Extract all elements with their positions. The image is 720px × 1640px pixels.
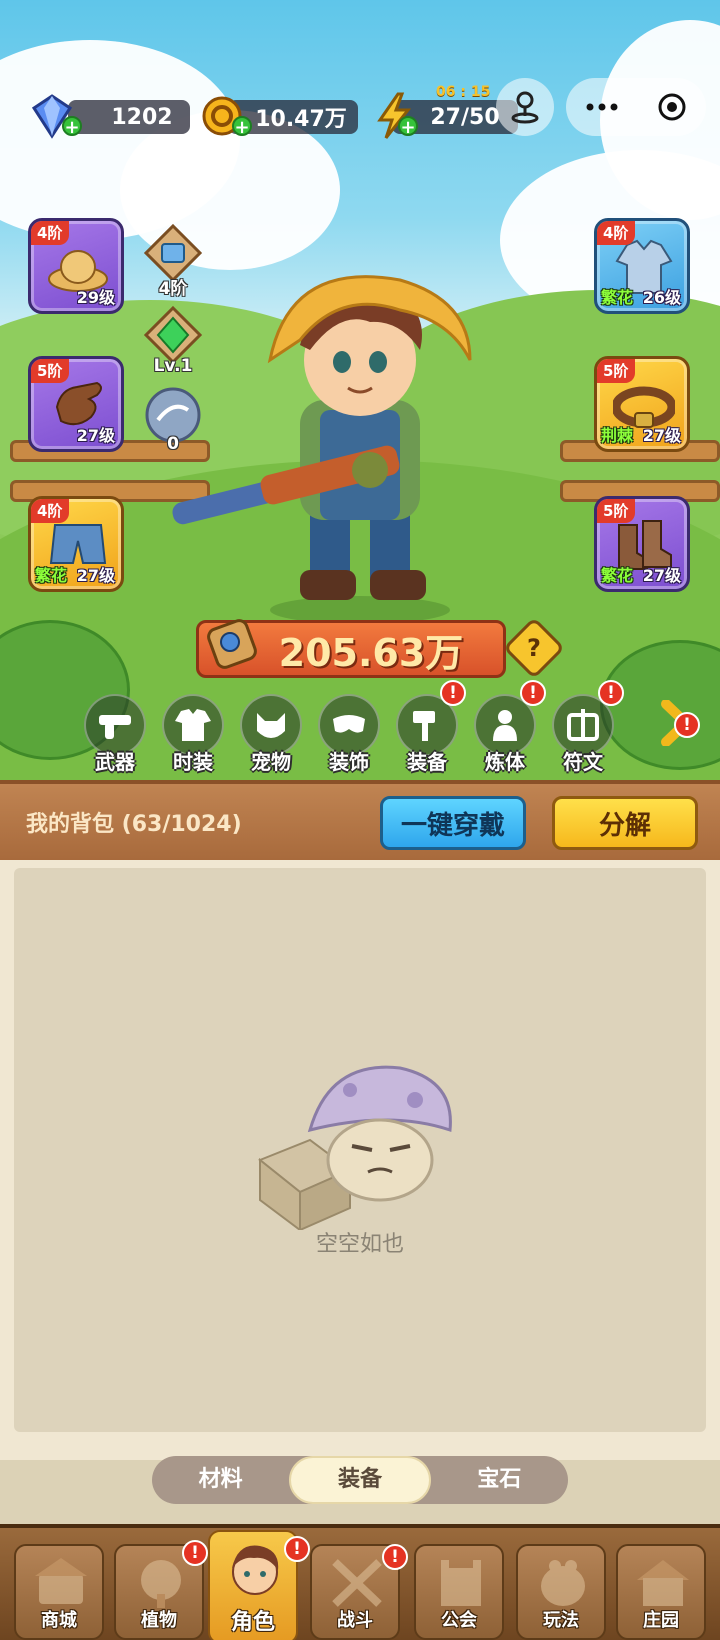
level-label: 27级 [76,566,115,585]
add-diamond-button[interactable]: + [62,116,82,137]
category-alert-badge: ! [520,680,546,706]
energy-timer: 06 : 15 [436,84,491,100]
level-label: 27级 [76,426,115,445]
empty-mushroom-illustration [258,1065,452,1230]
nav-label: 玩法 [543,1610,579,1631]
equip-slot-belt[interactable]: 5阶 荆棘 27级 [594,356,690,452]
castle-icon [441,1560,481,1606]
nav-alert-badge: ! [382,1544,408,1570]
category-equipment[interactable]: 装备 [392,694,462,775]
monster-icon [541,1560,585,1606]
plant-icon [141,1560,181,1608]
help-icon: ? [527,634,541,662]
gold-value: 10.47万 [255,107,347,132]
category-alert-badge: ! [440,680,466,706]
tab-materials[interactable]: 材料 [152,1456,289,1504]
add-gold-button[interactable]: + [232,116,252,137]
tier-badge: 5阶 [597,359,636,383]
add-energy-button[interactable]: + [398,116,418,137]
energy-value: 27/50 [430,104,500,130]
nav-label: 商城 [41,1610,77,1631]
nav-label: 角色 [230,1610,275,1635]
affix-label: 繁花 [601,288,634,307]
power-wrench-icon [207,619,257,669]
equip-slot-shorts[interactable]: 4阶 繁花 27级 [28,496,124,592]
tier-badge: 4阶 [31,499,70,523]
category-label: 装饰 [329,750,369,774]
nav-alert-badge: ! [284,1536,310,1562]
more-alert-badge: ! [674,712,700,738]
equip-slot-hat[interactable]: 4阶 29级 [28,218,124,314]
joystick-button[interactable] [496,78,554,136]
shop-icon [35,1558,87,1604]
category-alert-badge: ! [598,680,624,706]
nav-label: 公会 [441,1610,477,1631]
bag-title: 我的背包 (63/1024) [26,812,242,837]
diamond-value: 1202 [111,104,173,130]
decompose-button[interactable]: 分解 [552,796,698,850]
category-label: 装备 [407,750,447,774]
tier-badge: 4阶 [31,221,70,245]
affix-label: 荆棘 [601,426,634,445]
tab-equipment[interactable]: 装备 [289,1456,431,1504]
level-label: 27级 [642,566,681,585]
character-avatar-icon [232,1545,279,1595]
diamond-counter: 1202 [68,100,190,134]
nav-guild[interactable]: 公会 [414,1544,504,1640]
level-label: 29级 [76,288,115,307]
bag-header: 我的背包 (63/1024) 一键穿戴 分解 [0,780,720,860]
equip-slot-jacket[interactable]: 4阶 繁花 26级 [594,218,690,314]
category-rune[interactable]: 符文 [548,694,618,775]
category-body-refine[interactable]: 炼体 [470,694,540,775]
farmer-character [172,275,472,624]
map-tier-label: 4阶 [158,279,188,299]
orb-count-label: 0 [167,434,179,454]
category-label: 武器 [95,750,135,774]
affix-label: 繁花 [601,566,634,585]
category-pet[interactable]: 宠物 [236,694,306,775]
category-weapon[interactable]: 武器 [80,694,150,775]
tier-badge: 5阶 [31,359,70,383]
category-label: 宠物 [251,750,291,774]
equip-slot-boots[interactable]: 5阶 繁花 27级 [594,496,690,592]
category-label: 时装 [173,750,213,774]
nav-label: 庄园 [643,1610,679,1631]
affix-label: 繁花 [35,566,68,585]
gem-level-label: Lv.1 [153,356,193,376]
category-fashion[interactable]: 时装 [158,694,228,775]
tab-gems[interactable]: 宝石 [431,1456,568,1504]
equip-slot-gloves[interactable]: 5阶 27级 [28,356,124,452]
close-target-icon[interactable] [656,91,688,123]
equip-all-button[interactable]: 一键穿戴 [380,796,526,850]
level-label: 27级 [642,426,681,445]
mini-program-capsule [566,78,706,136]
nav-shop[interactable]: 商城 [14,1544,104,1640]
combat-power-value: 205.63万 [278,630,464,675]
house-icon [637,1560,689,1606]
joystick-icon [511,91,539,124]
category-decoration[interactable]: 装饰 [314,694,384,775]
more-icon[interactable] [584,102,620,112]
swords-icon [332,1559,382,1607]
nav-gameplay[interactable]: 玩法 [516,1544,606,1640]
category-label: 炼体 [485,750,525,774]
nav-label: 植物 [141,1610,177,1631]
tier-badge: 5阶 [597,499,636,523]
bag-tabs: 材料 装备 宝石 [152,1456,568,1504]
nav-label: 战斗 [337,1610,373,1631]
nav-alert-badge: ! [182,1540,208,1566]
level-label: 26级 [642,288,681,307]
empty-state-text: 空空如也 [315,1232,404,1257]
nav-manor[interactable]: 庄园 [616,1544,706,1640]
tier-badge: 4阶 [597,221,636,245]
bottom-nav: 商城 植物 角色 战斗 公会 玩法 庄园 [0,1524,720,1640]
category-label: 符文 [563,750,603,774]
